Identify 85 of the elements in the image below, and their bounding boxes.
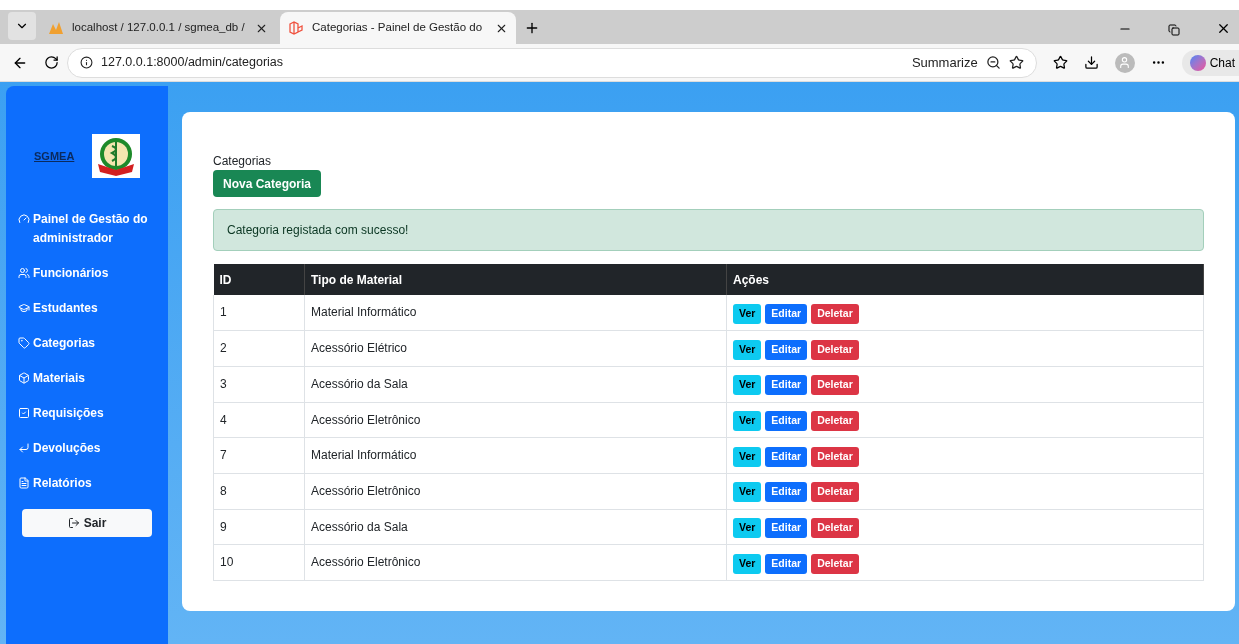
logout-button[interactable]: Sair — [22, 509, 152, 537]
zoom-out-icon[interactable] — [985, 55, 1001, 70]
database-logo-icon — [48, 21, 64, 35]
action-button[interactable]: Editar — [765, 303, 808, 324]
chat-button[interactable]: Chat — [1181, 49, 1239, 76]
emblem-logo — [92, 134, 140, 178]
table-cell: Acessório Eletrônico — [304, 402, 727, 438]
favorites-icon[interactable] — [1052, 55, 1068, 70]
gauge-icon — [18, 213, 30, 225]
nav-link[interactable]: Funcionários — [33, 264, 109, 283]
action-button[interactable]: Deletar — [811, 517, 859, 538]
action-button[interactable]: Ver — [733, 482, 762, 503]
tab-title: localhost / 127.0.0.1 / sgmea_db / — [72, 20, 246, 36]
action-button[interactable]: Ver — [733, 339, 762, 360]
browser-tab[interactable]: localhost / 127.0.0.1 / sgmea_db / — [40, 12, 276, 44]
url-text: 127.0.0.1:8000/admin/categorias — [101, 54, 285, 72]
table-cell: 10 — [213, 544, 305, 581]
table-cell: Acessório Eletrônico — [304, 473, 727, 510]
table-cell: 1 — [213, 295, 305, 331]
action-button[interactable]: Editar — [765, 482, 808, 503]
action-button[interactable]: Ver — [733, 410, 762, 431]
table-cell: 7 — [213, 437, 305, 474]
action-button[interactable]: Deletar — [811, 375, 859, 396]
close-icon[interactable] — [1216, 21, 1231, 36]
action-button[interactable]: Deletar — [811, 482, 859, 503]
restore-icon[interactable] — [1168, 24, 1180, 36]
graduation-cap-icon — [18, 302, 30, 314]
action-button[interactable]: Editar — [765, 446, 808, 467]
summarize-label[interactable]: Summarize — [911, 52, 978, 73]
tab-title: Categorias - Painel de Gestão do — [312, 20, 484, 36]
star-icon[interactable] — [1008, 55, 1024, 70]
checkbox-icon — [18, 407, 30, 419]
action-button[interactable]: Ver — [733, 517, 762, 538]
action-button[interactable]: Deletar — [811, 446, 859, 467]
nav-link[interactable]: Relatórios — [33, 474, 92, 493]
success-alert: Categoria registada com sucesso! — [213, 209, 1204, 251]
table-cell: Acessório da Sala — [304, 366, 727, 403]
table-cell: Material Informático — [304, 295, 727, 331]
table-cell: 8 — [213, 473, 305, 510]
logout-icon — [67, 517, 80, 529]
action-button[interactable]: Editar — [765, 375, 808, 396]
action-button[interactable]: Deletar — [811, 410, 859, 431]
action-button[interactable]: Deletar — [811, 339, 859, 360]
new-category-button[interactable]: Nova Categoria — [213, 170, 322, 197]
nav-link[interactable]: Painel de Gestão do administrador — [33, 210, 156, 248]
table-cell: Acessório Elétrico — [304, 330, 727, 367]
nav-link[interactable]: Materiais — [33, 369, 86, 388]
reload-icon[interactable] — [44, 55, 59, 70]
nav-link[interactable]: Requisições — [33, 404, 104, 423]
table-cell: 2 — [213, 330, 305, 367]
table-cell: 4 — [213, 402, 305, 438]
table-cell: Material Informático — [304, 437, 727, 474]
action-button[interactable]: Editar — [765, 339, 808, 360]
address-bar[interactable]: 127.0.0.1:8000/admin/categorias Summarize — [67, 47, 1037, 78]
cube-logo-icon — [288, 20, 304, 36]
browser-tab[interactable]: Categorias - Painel de Gestão do — [280, 12, 516, 44]
return-arrow-icon — [18, 442, 30, 454]
box-icon — [18, 372, 30, 384]
nav-link[interactable]: Categorias — [33, 334, 96, 353]
action-button[interactable]: Deletar — [811, 553, 859, 574]
logo-text: SGMEA — [34, 148, 75, 164]
action-button[interactable]: Ver — [733, 375, 762, 396]
action-button[interactable]: Editar — [765, 517, 808, 538]
column-header: ID — [213, 264, 305, 295]
action-button[interactable]: Ver — [733, 303, 762, 324]
action-button[interactable]: Deletar — [811, 303, 859, 324]
new-tab-icon[interactable] — [524, 20, 540, 36]
document-icon — [18, 477, 30, 489]
table-cell: 9 — [213, 509, 305, 545]
users-icon — [18, 267, 30, 279]
info-icon — [80, 56, 93, 69]
action-button[interactable]: Ver — [733, 553, 762, 574]
nav-link[interactable]: Devoluções — [33, 439, 101, 458]
table-cell: Acessório Eletrônico — [304, 544, 727, 581]
action-button[interactable]: Ver — [733, 446, 762, 467]
action-button[interactable]: Editar — [765, 553, 808, 574]
table-cell: 3 — [213, 366, 305, 403]
column-header: Tipo de Material — [304, 264, 727, 295]
column-header: Ações — [726, 264, 1204, 295]
page-heading: Categorias — [213, 153, 273, 170]
tag-icon — [18, 337, 30, 349]
action-button[interactable]: Editar — [765, 410, 808, 431]
table-cell: Acessório da Sala — [304, 509, 727, 545]
download-icon[interactable] — [1083, 55, 1099, 70]
nav-link[interactable]: Estudantes — [33, 299, 98, 318]
